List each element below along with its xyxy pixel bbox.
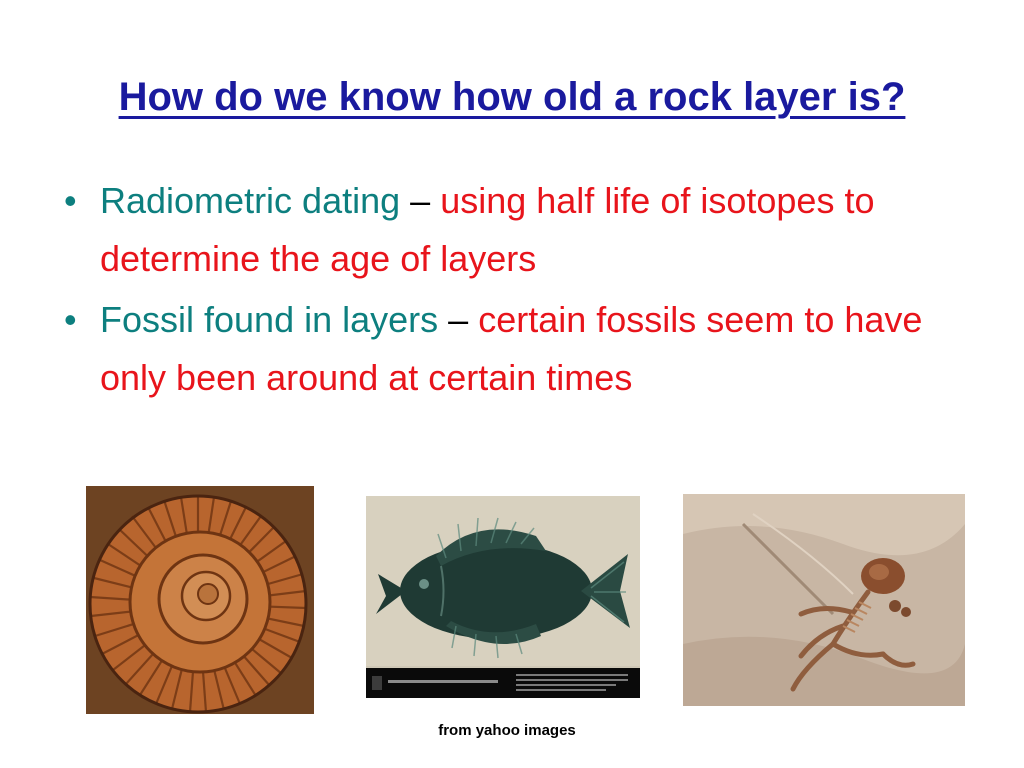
bullet-marker: • xyxy=(64,299,77,340)
skeleton-fossil-photo xyxy=(683,494,965,706)
bullet-radiometric-dating: • Radiometric dating – using half life o… xyxy=(64,172,964,288)
fish-fossil-photo xyxy=(366,496,640,698)
slide-title: How do we know how old a rock layer is? xyxy=(118,75,906,119)
image-credit: from yahoo images xyxy=(438,722,576,739)
bullet-dash: – xyxy=(448,299,479,340)
bullet-marker: • xyxy=(64,180,77,221)
ammonite-fossil-photo xyxy=(86,486,314,714)
bullet-fossil-layers: • Fossil found in layers – certain fossi… xyxy=(64,291,964,407)
bullet-term: Fossil found in layers xyxy=(100,299,439,340)
bullet-term: Radiometric dating xyxy=(100,180,401,221)
bullet-dash: – xyxy=(410,180,441,221)
bullet-list: • Radiometric dating – using half life o… xyxy=(64,172,964,410)
